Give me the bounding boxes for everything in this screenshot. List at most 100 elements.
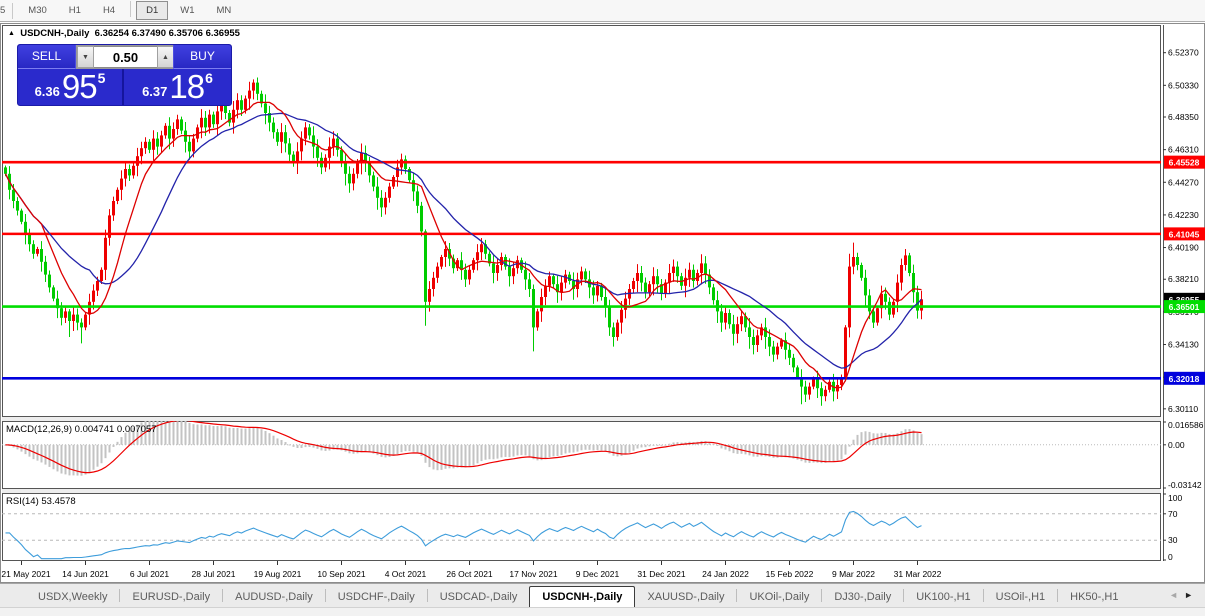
macd-histogram-bar [433, 445, 435, 470]
candle [236, 100, 239, 110]
pane-divider[interactable] [2, 489, 1161, 493]
candle [180, 119, 183, 130]
candle [272, 123, 275, 133]
macd-pane[interactable] [3, 422, 1161, 489]
candle [752, 337, 755, 345]
pane-divider[interactable] [2, 417, 1161, 421]
level-price-badge-label: 6.36501 [1169, 302, 1200, 312]
timeframe-button-partial[interactable]: 5 [0, 2, 8, 19]
macd-histogram-bar [249, 428, 251, 445]
rsi-axis-label: 30 [1168, 535, 1178, 545]
candle [60, 308, 63, 318]
timeframe-button-mn[interactable]: MN [207, 1, 242, 20]
candle [896, 283, 899, 302]
candle [256, 83, 259, 94]
macd-histogram-bar [881, 433, 883, 445]
chart-collapse-icon[interactable]: ▲ [8, 30, 15, 37]
macd-histogram-bar [853, 440, 855, 445]
sell-price-button[interactable]: 6.36 95 5 [18, 69, 124, 105]
macd-histogram-bar [177, 418, 179, 445]
buy-button[interactable]: BUY [173, 45, 231, 69]
volume-input[interactable]: 0.50 [94, 46, 157, 68]
tab-usoil-h1[interactable]: USOil-,H1 [984, 588, 1058, 607]
date-axis-label: 19 Aug 2021 [254, 569, 302, 579]
price-axis-label: 6.42230 [1168, 210, 1199, 220]
candle [72, 315, 75, 321]
candle [792, 358, 795, 368]
candle [644, 283, 647, 293]
macd-histogram-bar [253, 428, 255, 445]
tab-scroll-left-icon[interactable]: ◄ [1169, 590, 1184, 600]
macd-indicator-label: MACD(12,26,9) 0.004741 0.007057 [6, 424, 157, 435]
candle [592, 287, 595, 295]
macd-histogram-bar [365, 445, 367, 452]
timeframe-button-w1[interactable]: W1 [170, 1, 204, 20]
tab-usdcad-daily[interactable]: USDCAD-,Daily [428, 588, 530, 607]
tab-uk100-h1[interactable]: UK100-,H1 [904, 588, 982, 607]
date-axis-label: 9 Dec 2021 [576, 569, 620, 579]
macd-histogram-bar [521, 445, 523, 455]
macd-histogram-bar [357, 445, 359, 454]
candle [496, 265, 499, 273]
candle [416, 191, 419, 205]
macd-histogram-bar [545, 445, 547, 459]
candle [672, 267, 675, 273]
candle [564, 275, 567, 283]
macd-histogram-bar [869, 432, 871, 445]
candle [64, 311, 67, 317]
tab-ukoil-daily[interactable]: UKOil-,Daily [737, 588, 821, 607]
macd-histogram-bar [89, 445, 91, 473]
tab-usdcnh-daily[interactable]: USDCNH-,Daily [529, 586, 635, 607]
candle [580, 271, 583, 279]
tab-usdx-weekly[interactable]: USDX,Weekly [26, 588, 119, 607]
tab-audusd-daily[interactable]: AUDUSD-,Daily [223, 588, 325, 607]
candle [704, 263, 707, 274]
status-bar [0, 607, 1205, 616]
buy-price-button[interactable]: 6.37 18 6 [124, 69, 231, 105]
macd-histogram-bar [485, 445, 487, 460]
macd-histogram-bar [477, 445, 479, 464]
candle [204, 118, 207, 128]
macd-histogram-bar [805, 445, 807, 463]
candle [356, 163, 359, 174]
timeframe-button-h4[interactable]: H4 [93, 1, 125, 20]
candle [884, 294, 887, 302]
macd-axis-label: 0.00 [1168, 440, 1185, 450]
macd-histogram-bar [473, 445, 475, 466]
timeframe-button-d1[interactable]: D1 [136, 1, 168, 20]
macd-histogram-bar [593, 445, 595, 451]
candle [608, 307, 611, 328]
candle [380, 198, 383, 208]
candle [144, 142, 147, 148]
tab-scroll-right-icon[interactable]: ► [1184, 590, 1199, 600]
macd-histogram-bar [717, 445, 719, 446]
rsi-pane[interactable] [3, 494, 1161, 561]
tab-usdchf-daily[interactable]: USDCHF-,Daily [326, 588, 427, 607]
macd-histogram-bar [713, 444, 715, 445]
tab-eurusd-daily[interactable]: EURUSD-,Daily [120, 588, 222, 607]
macd-histogram-bar [161, 418, 163, 445]
candle [856, 257, 859, 265]
macd-histogram-bar [429, 445, 431, 467]
timeframe-button-m30[interactable]: M30 [18, 1, 56, 20]
tab-dj30-daily[interactable]: DJ30-,Daily [822, 588, 903, 607]
tab-xauusd-daily[interactable]: XAUUSD-,Daily [635, 588, 736, 607]
volume-increase-button[interactable]: ▲ [157, 46, 174, 68]
date-axis-label: 17 Nov 2021 [509, 569, 557, 579]
macd-histogram-bar [405, 445, 407, 451]
timeframe-button-h1[interactable]: H1 [59, 1, 91, 20]
candle [288, 143, 291, 154]
macd-histogram-bar [197, 425, 199, 445]
macd-histogram-bar [733, 445, 735, 453]
rsi-value: 53.4578 [41, 496, 75, 507]
macd-histogram-bar [589, 445, 591, 450]
macd-histogram-bar [193, 424, 195, 445]
volume-decrease-button[interactable]: ▼ [77, 46, 94, 68]
macd-histogram-bar [577, 445, 579, 452]
macd-histogram-bar [205, 425, 207, 445]
candle [772, 347, 775, 355]
macd-histogram-bar [453, 445, 455, 469]
chart-canvas[interactable]: 6.523706.503306.483506.463106.442706.422… [0, 23, 1205, 583]
sell-button[interactable]: SELL [18, 45, 76, 69]
tab-hk50-h1[interactable]: HK50-,H1 [1058, 588, 1130, 607]
